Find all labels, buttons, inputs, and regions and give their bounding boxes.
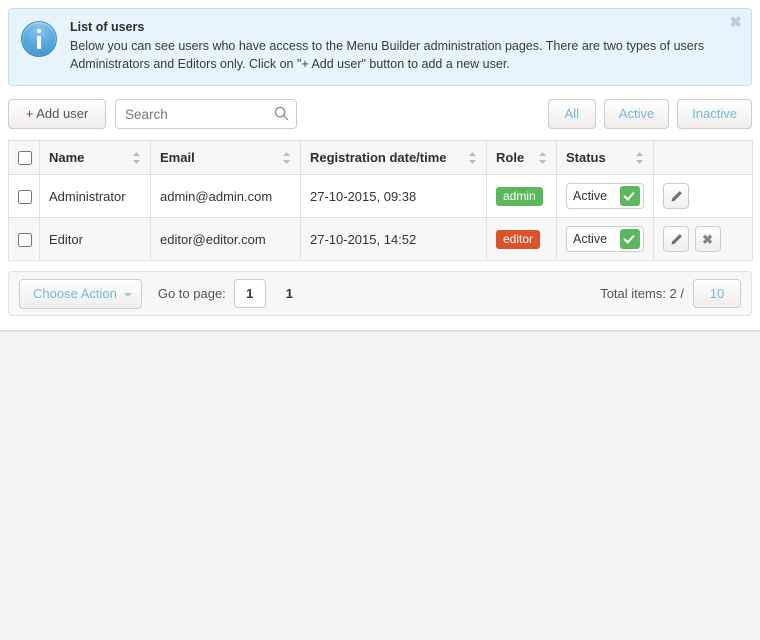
search-input[interactable] <box>115 99 297 129</box>
close-icon: ✖ <box>702 231 714 247</box>
check-icon[interactable] <box>620 186 640 206</box>
cell-role: editor <box>486 217 557 261</box>
goto-page-label: Go to page: <box>157 286 226 301</box>
column-label-email: Email <box>160 150 195 165</box>
column-label-status: Status <box>566 150 606 165</box>
cell-name: Administrator <box>39 174 151 218</box>
status-toggle[interactable]: Active <box>566 183 644 209</box>
info-circle-icon <box>21 21 57 57</box>
total-items-group: Total items: 2 / 10 <box>600 279 741 308</box>
cell-name: Editor <box>39 217 151 261</box>
column-header-name[interactable]: Name <box>39 140 151 175</box>
row-checkbox[interactable] <box>18 189 32 204</box>
column-label-role: Role <box>496 150 525 165</box>
column-header-email[interactable]: Email <box>150 140 301 175</box>
column-header-role[interactable]: Role <box>486 140 557 175</box>
toolbar: + Add user All Active Inactive <box>8 99 752 129</box>
row-select-cell <box>8 217 40 261</box>
row-checkbox[interactable] <box>18 232 32 247</box>
cell-email: admin@admin.com <box>150 174 301 218</box>
select-all-checkbox[interactable] <box>18 151 32 166</box>
column-label-name: Name <box>49 150 85 165</box>
table-body: Administrator admin@admin.com 27-10-2015… <box>8 174 753 261</box>
column-label-registration: Registration date/time <box>310 150 447 165</box>
cell-email: editor@editor.com <box>150 217 301 261</box>
add-user-button[interactable]: + Add user <box>8 99 106 129</box>
close-icon[interactable]: ✖ <box>729 15 742 30</box>
sort-icon[interactable] <box>635 151 644 165</box>
cell-actions: ✖ <box>653 217 753 261</box>
sort-icon[interactable] <box>538 151 547 165</box>
alert-title: List of users <box>70 20 145 34</box>
cell-status: Active <box>556 174 654 218</box>
table-footer: Choose Action Go to page: 1 Total items:… <box>8 271 752 316</box>
edit-button[interactable] <box>663 226 689 252</box>
page-number-input[interactable] <box>233 279 266 308</box>
table-row: Editor editor@editor.com 27-10-2015, 14:… <box>8 217 753 261</box>
row-select-cell <box>8 174 40 218</box>
status-toggle[interactable]: Active <box>566 226 644 252</box>
table-row: Administrator admin@admin.com 27-10-2015… <box>8 174 753 218</box>
alert-body: List of users Below you can see users wh… <box>70 19 739 73</box>
role-badge: admin <box>496 186 543 206</box>
role-badge: editor <box>496 229 541 249</box>
sort-icon[interactable] <box>468 151 477 165</box>
pencil-icon <box>670 233 682 245</box>
content-area: List of users Below you can see users wh… <box>0 0 760 331</box>
search-field-wrapper <box>115 99 297 129</box>
cell-status: Active <box>556 217 654 261</box>
column-header-status[interactable]: Status <box>556 140 654 175</box>
info-alert: List of users Below you can see users wh… <box>8 8 752 86</box>
table-header-row: Name Email Registration date/time Role S… <box>8 140 753 175</box>
filter-button-group: All Active Inactive <box>547 99 752 129</box>
sort-icon[interactable] <box>132 151 141 165</box>
per-page-button[interactable]: 10 <box>693 279 741 308</box>
select-all-header <box>8 140 40 175</box>
status-label: Active <box>573 232 608 246</box>
alert-description: Below you can see users who have access … <box>70 39 705 71</box>
users-table: Name Email Registration date/time Role S… <box>8 140 753 261</box>
edit-button[interactable] <box>663 183 689 209</box>
pencil-icon <box>670 190 682 202</box>
column-header-actions <box>653 140 753 175</box>
status-label: Active <box>573 189 608 203</box>
choose-action-label: Choose Action <box>33 285 117 301</box>
current-page-indicator[interactable]: 1 <box>286 286 293 301</box>
cell-registration: 27-10-2015, 09:38 <box>300 174 487 218</box>
total-items-label: Total items: 2 / <box>600 286 684 301</box>
cell-role: admin <box>486 174 557 218</box>
table-header: Name Email Registration date/time Role S… <box>8 140 753 175</box>
filter-all-button[interactable]: All <box>547 99 596 129</box>
filter-inactive-button[interactable]: Inactive <box>677 99 752 129</box>
filter-active-button[interactable]: Active <box>603 99 670 129</box>
chevron-down-icon <box>123 292 132 297</box>
column-header-registration[interactable]: Registration date/time <box>300 140 487 175</box>
cell-actions <box>653 174 753 218</box>
check-icon[interactable] <box>620 229 640 249</box>
sort-icon[interactable] <box>282 151 291 165</box>
choose-action-dropdown[interactable]: Choose Action <box>19 278 142 309</box>
delete-button[interactable]: ✖ <box>694 226 721 252</box>
cell-registration: 27-10-2015, 14:52 <box>300 217 487 261</box>
